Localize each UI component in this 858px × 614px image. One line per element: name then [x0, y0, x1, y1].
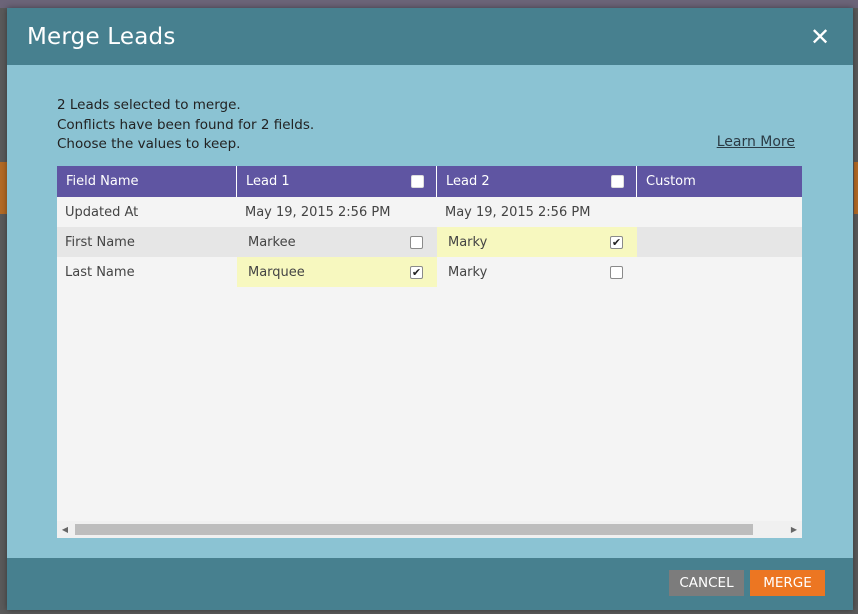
intro-line-1: 2 Leads selected to merge.	[57, 97, 241, 113]
cancel-button[interactable]: CANCEL	[669, 570, 744, 596]
custom-cell[interactable]	[637, 227, 802, 257]
dialog-footer: CANCEL MERGE	[7, 558, 853, 610]
field-name: First Name	[65, 234, 135, 250]
field-name-cell: Last Name	[57, 257, 237, 287]
header-lead1: Lead 1	[237, 166, 437, 197]
header-field-name: Field Name	[57, 166, 237, 197]
header-custom: Custom	[637, 166, 802, 197]
scroll-track[interactable]	[73, 521, 786, 538]
horizontal-scrollbar[interactable]: ◀ ▶	[57, 521, 802, 538]
lead2-last-name-checkbox[interactable]	[610, 265, 623, 279]
lead2-first-name-checkbox[interactable]: ✔	[610, 235, 623, 249]
merge-leads-dialog: Merge Leads ✕ 2 Leads selected to merge.…	[7, 8, 853, 610]
lead2-cell: Marky ✔	[437, 227, 637, 257]
lead2-cell: Marky	[437, 257, 637, 287]
field-name: Last Name	[65, 264, 135, 280]
close-icon[interactable]: ✕	[809, 25, 831, 49]
intro-line-2: Conflicts have been found for 2 fields.	[57, 116, 315, 133]
header-lead1-label: Lead 1	[246, 174, 290, 189]
lead1-cell: Markee	[237, 227, 437, 257]
intro-text: 2 Leads selected to merge. Conflicts hav…	[57, 96, 314, 155]
lead1-cell: Marquee ✔	[237, 257, 437, 287]
lead1-value: May 19, 2015 2:56 PM	[245, 204, 391, 220]
lead2-value: Marky	[448, 234, 488, 250]
lead2-select-all-checkbox[interactable]	[611, 175, 624, 188]
lead1-first-name-checkbox[interactable]	[410, 235, 423, 249]
field-name-cell: Updated At	[57, 197, 237, 227]
scroll-thumb[interactable]	[75, 524, 753, 535]
lead1-select-all-checkbox[interactable]	[411, 175, 424, 188]
dialog-title: Merge Leads	[27, 23, 176, 50]
table-row: Last Name Marquee ✔ Marky	[57, 257, 802, 287]
custom-cell[interactable]	[637, 257, 802, 287]
merge-button[interactable]: MERGE	[750, 570, 825, 596]
header-custom-label: Custom	[646, 174, 696, 189]
lead2-cell: May 19, 2015 2:56 PM	[437, 197, 637, 227]
background-app-bar	[0, 0, 858, 8]
lead1-last-name-checkbox[interactable]: ✔	[410, 265, 423, 279]
scroll-left-icon[interactable]: ◀	[57, 521, 73, 538]
scroll-right-icon[interactable]: ▶	[786, 521, 802, 538]
lead2-value: Marky	[448, 264, 488, 280]
dialog-header: Merge Leads ✕	[7, 8, 853, 65]
lead1-cell: May 19, 2015 2:56 PM	[237, 197, 437, 227]
header-lead2: Lead 2	[437, 166, 637, 197]
lead1-value: Markee	[248, 234, 296, 250]
merge-grid: Field Name Lead 1 Lead 2 Custom Updated …	[57, 166, 802, 538]
custom-cell[interactable]	[637, 197, 802, 227]
lead2-value: May 19, 2015 2:56 PM	[445, 204, 591, 220]
field-name-cell: First Name	[57, 227, 237, 257]
grid-header-row: Field Name Lead 1 Lead 2 Custom	[57, 166, 802, 197]
background-orange-bar-right	[854, 162, 858, 214]
table-row: First Name Markee Marky ✔	[57, 227, 802, 257]
header-field-name-label: Field Name	[66, 174, 139, 189]
field-name: Updated At	[65, 204, 139, 220]
lead1-value: Marquee	[248, 264, 305, 280]
header-lead2-label: Lead 2	[446, 174, 490, 189]
learn-more-link[interactable]: Learn More	[717, 134, 795, 150]
table-row: Updated At May 19, 2015 2:56 PM May 19, …	[57, 197, 802, 227]
intro-line-3: Choose the values to keep.	[57, 136, 241, 152]
